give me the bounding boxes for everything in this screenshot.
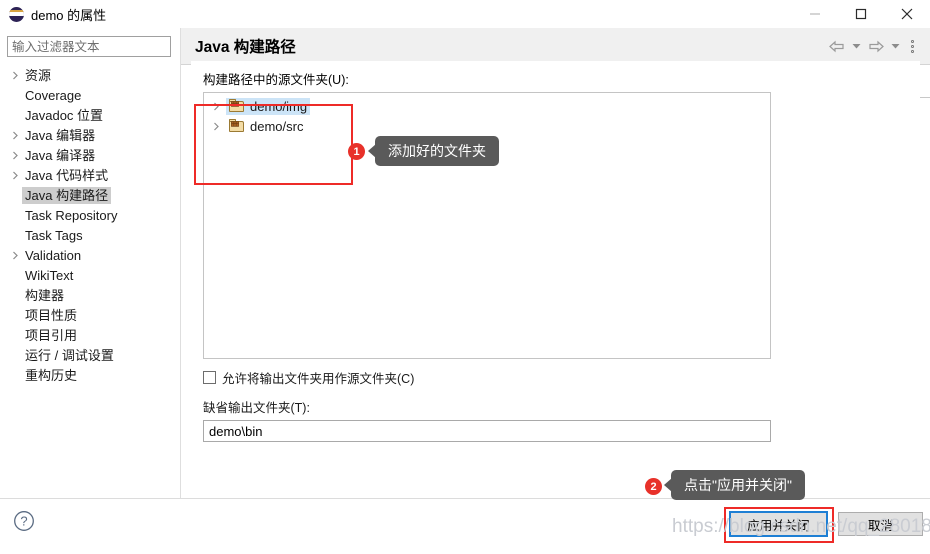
sidebar-item-label: Task Tags [25, 227, 83, 243]
header-nav [826, 35, 920, 57]
sidebar-item-coverage[interactable]: Coverage [0, 85, 180, 105]
source-folders-label: 构建路径中的源文件夹(U): [203, 73, 349, 87]
sidebar-item-label: Java 编译器 [25, 147, 96, 163]
titlebar-left: demo 的属性 [0, 5, 106, 24]
help-circle-icon[interactable]: ? [13, 510, 35, 532]
annotation-callout-1: 添加好的文件夹 [375, 136, 499, 166]
vertical-dots-icon[interactable] [904, 35, 920, 57]
list-item-label: demo/src [250, 118, 304, 134]
content-header: Java 构建路径 [181, 28, 930, 65]
back-dropdown-chevron-down-icon[interactable] [850, 35, 863, 57]
default-output-folder-input[interactable] [203, 420, 771, 442]
forward-dropdown-chevron-down-icon[interactable] [889, 35, 902, 57]
sidebar-item-resource[interactable]: 资源 [0, 65, 180, 85]
annotation-callout-2: 点击"应用并关闭" [671, 470, 805, 500]
sidebar-item-refactoring-history[interactable]: 重构历史 [0, 365, 180, 385]
cancel-button[interactable]: 取消 [838, 512, 923, 536]
sidebar-item-task-tags[interactable]: Task Tags [0, 225, 180, 245]
sidebar-item-label: 运行 / 调试设置 [25, 347, 114, 363]
sidebar-item-label: Java 编辑器 [25, 127, 96, 143]
sidebar-item-label: 项目性质 [25, 307, 78, 323]
forward-arrow-icon[interactable] [865, 35, 887, 57]
sidebar-item-label: 构建器 [25, 287, 65, 303]
content-panel: Java 构建路径 构建路径中的源文件夹(U): demo/img demo/s… [181, 28, 930, 498]
annotation-badge-2: 2 [645, 478, 662, 495]
default-output-folder-label: 缺省输出文件夹(T): [203, 401, 310, 415]
dialog-body: 资源 Coverage Javadoc 位置 Java 编辑器 Java 编译器 [0, 28, 930, 498]
sidebar-item-java-editor[interactable]: Java 编辑器 [0, 125, 180, 145]
sidebar-item-wikitext[interactable]: WikiText [0, 265, 180, 285]
sidebar-item-label: Javadoc 位置 [25, 107, 104, 123]
source-tab-page: 构建路径中的源文件夹(U): demo/img demo/src 允许将输出文件… [191, 61, 920, 442]
allow-output-as-source-checkbox-row[interactable]: 允许将输出文件夹用作源文件夹(C) [203, 368, 920, 387]
maximize-button[interactable] [838, 0, 884, 28]
minimize-button[interactable] [792, 0, 838, 28]
sidebar-item-label: Task Repository [25, 207, 118, 223]
settings-tree: 资源 Coverage Javadoc 位置 Java 编辑器 Java 编译器 [0, 65, 180, 385]
window-titlebar: demo 的属性 [0, 0, 930, 28]
chevron-right-icon[interactable] [213, 122, 226, 131]
apply-and-close-button[interactable]: 应用并关闭 [729, 511, 828, 537]
sidebar-item-run-debug-settings[interactable]: 运行 / 调试设置 [0, 345, 180, 365]
sidebar-item-label: Validation [25, 247, 82, 263]
sidebar-item-javadoc-location[interactable]: Javadoc 位置 [0, 105, 180, 125]
chevron-right-icon[interactable] [213, 102, 226, 111]
chevron-right-icon[interactable] [8, 151, 22, 160]
sidebar-item-project-natures[interactable]: 项目性质 [0, 305, 180, 325]
sidebar-item-label: 重构历史 [25, 367, 78, 383]
list-item[interactable]: demo/src [204, 116, 770, 136]
sidebar-item-label: WikiText [25, 267, 74, 283]
source-folder-icon [229, 119, 245, 133]
sidebar-item-project-references[interactable]: 项目引用 [0, 325, 180, 345]
close-button[interactable] [884, 0, 930, 28]
settings-sidebar: 资源 Coverage Javadoc 位置 Java 编辑器 Java 编译器 [0, 28, 181, 498]
sidebar-item-label: 资源 [25, 67, 52, 83]
chevron-right-icon[interactable] [8, 71, 22, 80]
sidebar-item-java-compiler[interactable]: Java 编译器 [0, 145, 180, 165]
page-title: Java 构建路径 [195, 39, 296, 56]
source-folders-list[interactable]: demo/img demo/src [203, 92, 771, 359]
annotation-badge-1: 1 [348, 143, 365, 160]
svg-text:?: ? [20, 514, 27, 529]
window-title: demo 的属性 [31, 7, 107, 23]
back-arrow-icon[interactable] [826, 35, 848, 57]
sidebar-item-task-repository[interactable]: Task Repository [0, 205, 180, 225]
window-controls [792, 0, 930, 28]
allow-output-as-source-checkbox[interactable] [203, 371, 216, 384]
dialog-footer: ? 应用并关闭 取消 [0, 498, 930, 554]
filter-input[interactable] [7, 36, 171, 57]
chevron-right-icon[interactable] [8, 171, 22, 180]
list-item-label: demo/img [250, 98, 308, 114]
sidebar-item-label: Java 代码样式 [25, 167, 109, 183]
sidebar-item-label: 项目引用 [25, 327, 78, 343]
sidebar-item-label: Java 构建路径 [22, 186, 112, 204]
sidebar-item-validation[interactable]: Validation [0, 245, 180, 265]
source-folder-icon [229, 99, 245, 113]
chevron-right-icon[interactable] [8, 251, 22, 260]
allow-output-as-source-label: 允许将输出文件夹用作源文件夹(C) [222, 372, 415, 386]
sidebar-item-java-code-style[interactable]: Java 代码样式 [0, 165, 180, 185]
list-item[interactable]: demo/img [204, 96, 770, 116]
eclipse-icon [9, 6, 24, 22]
sidebar-item-label: Coverage [25, 87, 82, 103]
chevron-right-icon[interactable] [8, 131, 22, 140]
sidebar-item-java-build-path[interactable]: Java 构建路径 [0, 185, 180, 205]
sidebar-item-builders[interactable]: 构建器 [0, 285, 180, 305]
